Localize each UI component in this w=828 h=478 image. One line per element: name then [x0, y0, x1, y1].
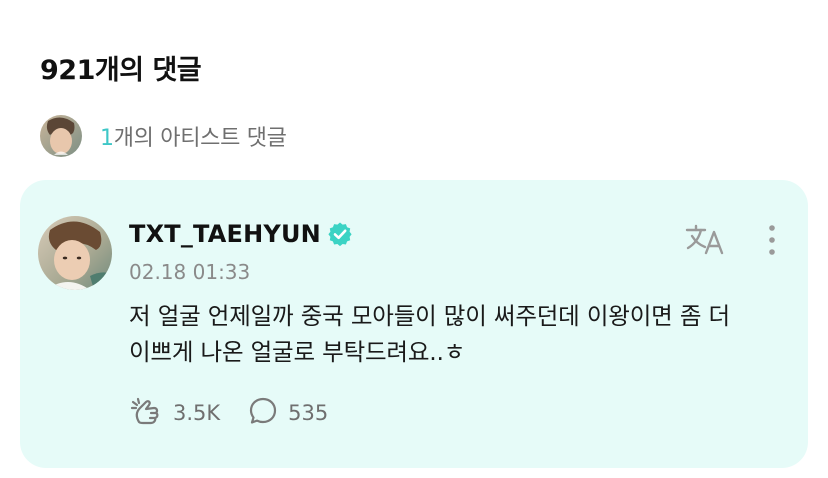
like-icon: [129, 396, 173, 430]
verified-badge-icon: [327, 221, 353, 247]
reply-bubble-icon: [248, 396, 288, 430]
artist-comments-count: 1: [100, 126, 114, 151]
artist-comment-card: TXT_TAEHYUN 02.18 01:33 저 얼굴 언제일까 중국 모아들…: [20, 180, 808, 468]
artist-avatar: [40, 115, 82, 157]
comment-body: 저 얼굴 언제일까 중국 모아들이 많이 써주던데 이왕이면 좀 더 이쁘게 나…: [129, 302, 730, 366]
reply-count: 535: [288, 401, 329, 425]
like-count: 3.5K: [173, 401, 221, 425]
author-line: TXT_TAEHYUN: [129, 220, 353, 248]
comment-timestamp: 02.18 01:33: [129, 260, 251, 284]
artist-comments-text: 개의 아티스트 댓글: [113, 126, 287, 151]
artist-comments-label: 1개의 아티스트 댓글: [100, 120, 287, 152]
comment-actions: 3.5K 535: [129, 396, 356, 430]
comment-count-title: 921개의 댓글: [40, 55, 202, 86]
more-vertical-icon[interactable]: [760, 220, 784, 260]
translate-icon[interactable]: [684, 220, 728, 260]
author-name[interactable]: TXT_TAEHYUN: [129, 220, 321, 248]
artist-comments-filter[interactable]: 1개의 아티스트 댓글: [40, 114, 287, 158]
like-button[interactable]: 3.5K: [129, 396, 220, 430]
reply-button[interactable]: 535: [248, 396, 328, 430]
author-avatar[interactable]: [38, 216, 112, 290]
comments-panel: 921개의 댓글 1개의 아티스트 댓글 TXT_TAEHYUN 02.18 0…: [0, 0, 828, 478]
